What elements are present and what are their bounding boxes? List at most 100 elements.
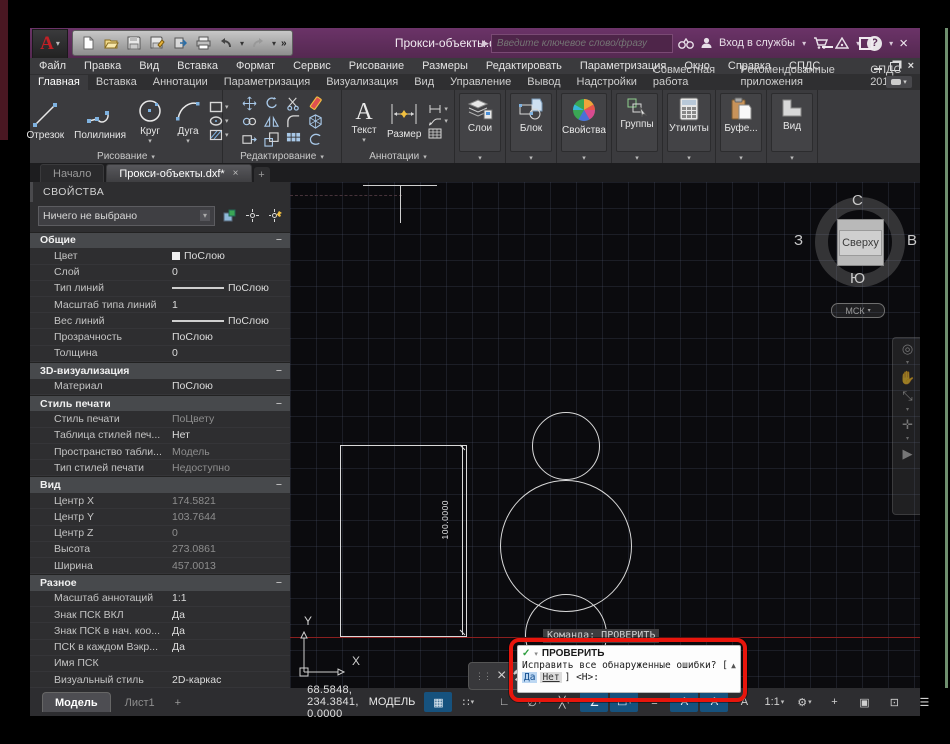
search-go-icon[interactable]: ▶ xyxy=(482,38,489,49)
chevron-down-icon[interactable]: ▾ xyxy=(906,436,909,442)
block-button[interactable]: Блок xyxy=(510,93,552,152)
orbit-icon[interactable]: ✛ xyxy=(902,418,913,431)
array-icon[interactable] xyxy=(286,132,301,147)
erase-icon[interactable] xyxy=(308,95,323,111)
viewcube-east[interactable]: В xyxy=(907,232,917,249)
property-row-visualstyle[interactable]: Визуальный стиль 2D-каркас xyxy=(30,672,290,689)
redo-button[interactable] xyxy=(249,34,267,52)
trim-icon[interactable] xyxy=(286,96,301,111)
copy-icon[interactable] xyxy=(242,114,257,129)
groups-button[interactable]: Группы xyxy=(616,93,658,152)
qat-more-button[interactable]: » xyxy=(281,38,286,49)
table-button[interactable] xyxy=(428,128,448,139)
select-objects-button[interactable] xyxy=(244,207,261,224)
option-no[interactable]: Нет xyxy=(540,672,562,683)
collapse-icon[interactable]: − xyxy=(276,398,282,410)
explode-icon[interactable] xyxy=(308,113,323,129)
annotation-scale-button[interactable]: 1:1 ▾ xyxy=(760,692,788,712)
command-window[interactable]: ✓ ▾ ПРОВЕРИТЬ Исправить все обнаруженные… xyxy=(517,645,741,693)
text-button[interactable]: A Текст ▾ xyxy=(348,97,380,145)
stretch-icon[interactable] xyxy=(241,132,257,147)
drawing-rectangle[interactable] xyxy=(340,445,467,637)
chevron-down-icon[interactable]: ▾ xyxy=(906,360,909,366)
maximize-button[interactable] xyxy=(859,36,874,50)
search-input[interactable] xyxy=(490,33,673,53)
new-file-button[interactable] xyxy=(79,34,97,52)
drawing-circle-large[interactable] xyxy=(500,480,632,612)
property-row-height[interactable]: Высота 273.0861 xyxy=(30,542,290,558)
property-row-lineweight[interactable]: Вес линий ПоСлою xyxy=(30,313,290,330)
selection-dropdown[interactable]: Ничего не выбрано ▾ xyxy=(38,205,215,226)
property-row-width[interactable]: Ширина 457.0013 xyxy=(30,558,290,575)
property-row-layer[interactable]: Слой 0 xyxy=(30,265,290,281)
property-row-ltscale[interactable]: Масштаб типа линий 1 xyxy=(30,297,290,314)
property-row-centery[interactable]: Центр Y 103.7644 xyxy=(30,509,290,526)
menu-dimension[interactable]: Размеры xyxy=(413,60,477,72)
navigation-bar[interactable]: ◎ ▾ ✋ ⤡ ▾ ✛ ▾ ▶ xyxy=(892,337,920,515)
ucs-selector[interactable]: МСК ▾ xyxy=(831,303,885,318)
menu-view[interactable]: Вид xyxy=(130,60,168,72)
new-drawing-tab-button[interactable]: + xyxy=(253,167,270,182)
section-plotstyle[interactable]: Стиль печати − xyxy=(30,394,290,412)
grid-toggle[interactable]: ▦ xyxy=(424,692,453,712)
leader-button[interactable]: ▾ xyxy=(428,116,448,126)
property-row-annoscale[interactable]: Масштаб аннотаций 1:1 xyxy=(30,591,290,608)
section-3d[interactable]: 3D-визуализация − xyxy=(30,361,290,379)
command-close-icon[interactable]: × xyxy=(497,667,506,685)
viewcube-south[interactable]: Ю xyxy=(850,270,865,287)
panel-clipboard-footer[interactable]: ▾ xyxy=(716,152,766,163)
collapse-icon[interactable]: − xyxy=(276,479,282,491)
property-row-plottype[interactable]: Тип стилей печати Недоступно xyxy=(30,460,290,477)
dimension-text[interactable]: 100.0000 xyxy=(440,500,450,539)
scale-icon[interactable] xyxy=(263,131,279,147)
quick-select-button[interactable] xyxy=(267,207,284,224)
menu-modify[interactable]: Редактировать xyxy=(477,60,571,72)
ribbon-display-toggle[interactable]: ▾ xyxy=(886,76,912,88)
property-row-ucsorigin[interactable]: Знак ПСК в нач. коо... Да xyxy=(30,623,290,640)
toggle-pickadd-button[interactable] xyxy=(221,207,238,224)
close-button[interactable]: × xyxy=(899,36,908,51)
open-file-button[interactable] xyxy=(102,34,120,52)
ribbon-tab-parametric[interactable]: Параметризация xyxy=(216,75,318,90)
signin-dropdown[interactable]: ▾ xyxy=(802,39,806,48)
section-misc[interactable]: Разное − xyxy=(30,574,290,591)
property-row-plotspace[interactable]: Пространство табли... Модель xyxy=(30,444,290,461)
collapse-icon[interactable]: − xyxy=(276,234,282,246)
layout-tab-sheet1[interactable]: Лист1 xyxy=(113,693,167,712)
line-button[interactable]: Отрезок xyxy=(23,100,67,142)
panel-modify-footer[interactable]: Редактирование ▾ xyxy=(223,150,341,163)
search-binoculars-icon[interactable] xyxy=(678,37,694,49)
rotate-icon[interactable] xyxy=(264,96,279,111)
property-row-plottable[interactable]: Таблица стилей печ... Нет xyxy=(30,428,290,444)
polyline-button[interactable]: Полилиния xyxy=(71,100,129,142)
ribbon-tab-featured-apps[interactable]: Рекомендованные приложения xyxy=(733,63,863,90)
panel-annotation-footer[interactable]: Аннотации ▾ xyxy=(342,150,454,163)
property-row-centerx[interactable]: Центр X 174.5821 xyxy=(30,493,290,510)
option-yes[interactable]: Да xyxy=(522,672,538,683)
property-row-ucsname[interactable]: Имя ПСК xyxy=(30,656,290,672)
linear-dim-button[interactable]: ▾ xyxy=(428,104,448,114)
menu-format[interactable]: Формат xyxy=(227,60,284,72)
property-row-transparency[interactable]: Прозрачность ПоСлою xyxy=(30,329,290,346)
viewcube-top-face[interactable]: Сверху xyxy=(837,219,884,266)
save-button[interactable] xyxy=(125,34,143,52)
menu-tools[interactable]: Сервис xyxy=(284,60,340,72)
save-as-button[interactable] xyxy=(148,34,166,52)
drawing-circle-small-top[interactable] xyxy=(532,412,600,480)
property-row-ucsicon[interactable]: Знак ПСК ВКЛ Да xyxy=(30,607,290,624)
zoom-extents-icon[interactable]: ⤡ xyxy=(902,389,912,402)
circle-button[interactable]: Круг ▾ xyxy=(133,96,167,146)
properties-button[interactable]: Свойства xyxy=(561,93,607,152)
ribbon-tab-annotate[interactable]: Аннотации xyxy=(145,75,216,90)
chevron-down-icon[interactable]: ▾ xyxy=(534,650,538,658)
arc-button[interactable]: Дуга ▾ xyxy=(171,96,205,146)
ribbon-tab-visualize[interactable]: Визуализация xyxy=(318,75,406,90)
section-view[interactable]: Вид − xyxy=(30,476,290,494)
panel-block-footer[interactable]: ▾ xyxy=(506,152,556,163)
mirror-icon[interactable] xyxy=(263,114,279,129)
collapse-icon[interactable]: − xyxy=(276,365,282,377)
menu-edit[interactable]: Правка xyxy=(75,60,130,72)
steering-wheel-icon[interactable]: ◎ xyxy=(902,342,913,355)
section-general[interactable]: Общие − xyxy=(30,231,290,249)
ribbon-tab-output[interactable]: Вывод xyxy=(519,75,568,90)
